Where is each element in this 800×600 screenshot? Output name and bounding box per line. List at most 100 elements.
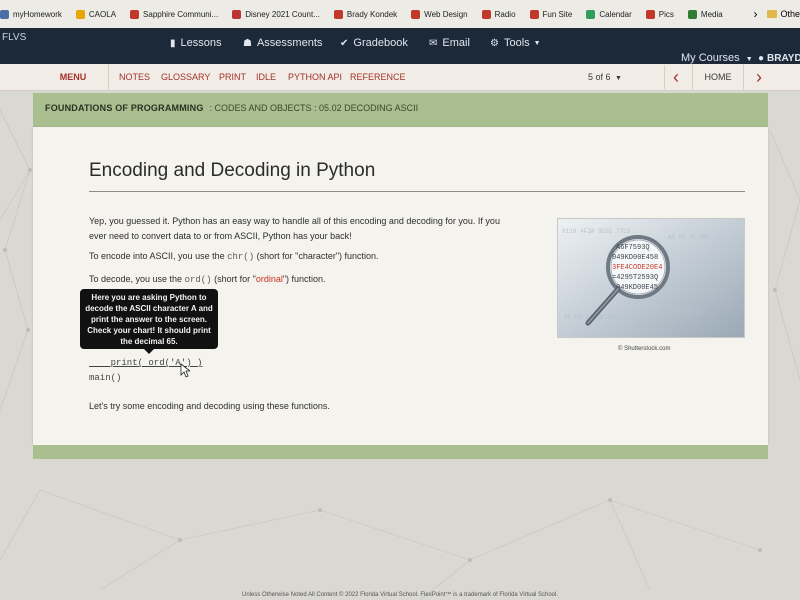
bookmark-item[interactable]: Fun Site xyxy=(529,9,573,19)
my-courses-label: My Courses xyxy=(681,52,740,64)
page-title: Encoding and Decoding in Python xyxy=(89,160,376,181)
bookmark-item[interactable]: Radio xyxy=(481,9,516,19)
next-page-button[interactable]: › xyxy=(748,65,770,89)
chevron-right-icon: › xyxy=(756,66,762,87)
course-breadcrumb: FOUNDATIONS OF PROGRAMMING : CODES AND OB… xyxy=(45,103,418,113)
ordinal-glossary-link[interactable]: ordinal xyxy=(256,274,283,284)
bookmark-item[interactable]: Sapphire Communi... xyxy=(130,9,219,19)
bookmarks-overflow: › Othe xyxy=(753,0,800,28)
bookmark-item[interactable]: Calendar xyxy=(586,9,632,19)
my-courses-dropdown[interactable]: My Courses ▼ xyxy=(681,52,753,64)
bookmark-label: Sapphire Communi... xyxy=(143,9,219,19)
intro-line-1: Yep, you guessed it. Python has an easy … xyxy=(89,216,500,226)
menu-python-api[interactable]: PYTHON API xyxy=(288,72,342,82)
page-footer: Unless Otherwise Noted All Content © 202… xyxy=(241,592,558,598)
intro-line-2: ever need to convert data to or from ASC… xyxy=(89,231,352,241)
bookmark-favicon-icon xyxy=(645,9,655,19)
nav-gradebook-label: Gradebook xyxy=(353,37,408,49)
magnifier-text-4: =4295T2593Q xyxy=(612,274,658,282)
nav-gradebook[interactable]: ✔ Gradebook xyxy=(340,37,408,49)
bookmark-label: myHomework xyxy=(13,9,62,19)
image-credit: © Shutterstock.com xyxy=(618,346,671,352)
assessment-icon: ☗ xyxy=(243,37,252,49)
bookmark-item[interactable]: Brady Kondek xyxy=(333,9,397,19)
other-bookmarks[interactable]: Othe xyxy=(780,9,800,19)
mouse-cursor-icon xyxy=(180,363,190,378)
user-menu[interactable]: ● BRAYD xyxy=(758,53,800,64)
nav-tools[interactable]: ⚙ Tools ▼ xyxy=(490,37,541,49)
page-selector[interactable]: 5 of 6 ▼ xyxy=(588,72,622,82)
intro-paragraph: Yep, you guessed it. Python has an easy … xyxy=(89,214,500,244)
bookmark-label: Disney 2021 Count... xyxy=(245,9,320,19)
bookmark-favicon-icon xyxy=(0,9,9,19)
bookmark-label: Fun Site xyxy=(542,9,573,19)
menu-print[interactable]: PRINT xyxy=(219,72,246,82)
encode-text: To encode into ASCII, you use the xyxy=(89,251,228,261)
bookmark-favicon-icon xyxy=(232,9,242,19)
code-magnifier-image: 0110 4F2A 9E01 77C3 A5 0E 4C 99 3F E4 21… xyxy=(557,218,745,338)
bookmark-item[interactable]: Pics xyxy=(645,9,674,19)
bookmark-label: Calendar xyxy=(599,9,632,19)
bookmark-favicon-icon xyxy=(687,9,697,19)
lesson-breadcrumb: : CODES AND OBJECTS : 05.02 DECODING ASC… xyxy=(209,103,419,113)
menu-button[interactable]: MENU xyxy=(38,64,109,90)
magnifier-text-1: A6F7593Q xyxy=(616,244,650,252)
encode-text-end: (short for "character") function. xyxy=(254,251,379,261)
brand-logo[interactable]: FLVS xyxy=(2,32,26,43)
magnifier-illustration: 0110 4F2A 9E01 77C3 A5 0E 4C 99 3F E4 21… xyxy=(558,219,744,337)
svg-text:0110 4F2A 9E01 77C3: 0110 4F2A 9E01 77C3 xyxy=(562,228,631,235)
bookmarks-overflow-button[interactable]: › xyxy=(753,7,757,21)
bookmark-favicon-icon xyxy=(586,9,596,19)
menu-glossary[interactable]: GLOSSARY xyxy=(161,72,210,82)
bookmark-label: Web Design xyxy=(424,9,468,19)
decode-text-mid: (short for " xyxy=(211,274,256,284)
bookmark-label: Media xyxy=(700,9,723,19)
bookmark-favicon-icon xyxy=(411,9,421,19)
title-divider xyxy=(89,191,745,192)
bookmark-favicon-icon xyxy=(481,9,491,19)
bookmark-label: Pics xyxy=(658,9,674,19)
decode-text: To decode, you use the xyxy=(89,274,185,284)
mail-icon: ✉ xyxy=(429,37,438,49)
bookmark-item[interactable]: Disney 2021 Count... xyxy=(232,9,320,19)
nav-email[interactable]: ✉ Email xyxy=(429,37,470,49)
chevron-down-icon: ▼ xyxy=(615,75,622,82)
menu-notes[interactable]: NOTES xyxy=(119,72,150,82)
lesson-menubar: MENU NOTES GLOSSARY PRINT IDLE PYTHON AP… xyxy=(0,64,800,91)
svg-text:7C 42 0A: 7C 42 0A xyxy=(674,310,703,317)
top-navigation: FLVS ▮ Lessons ☗ Assessments ✔ Gradebook ✉ E… xyxy=(0,28,800,64)
page-indicator: 5 of 6 xyxy=(588,72,611,82)
decode-paragraph: To decode, you use the ord() (short for … xyxy=(89,272,326,288)
gear-icon: ⚙ xyxy=(490,37,499,49)
nav-email-label: Email xyxy=(442,37,470,49)
check-icon: ✔ xyxy=(340,37,349,49)
bookmark-label: CAOLA xyxy=(88,9,117,19)
nav-assessments[interactable]: ☗ Assessments xyxy=(243,37,322,49)
bookmark-favicon-icon xyxy=(75,9,85,19)
chevron-left-icon: ‹ xyxy=(673,66,679,87)
chevron-down-icon: ▼ xyxy=(745,56,753,63)
bookmark-item[interactable]: myHomework xyxy=(0,9,62,19)
ord-code: ord() xyxy=(184,275,212,285)
encode-paragraph: To encode into ASCII, you use the chr() … xyxy=(89,249,379,265)
previous-page-button[interactable]: ‹ xyxy=(664,65,687,89)
home-button[interactable]: HOME xyxy=(692,64,744,90)
magnifier-text-3: 3FE4CODE20E4 xyxy=(612,264,662,272)
user-name: BRAYD xyxy=(767,53,800,64)
menu-reference[interactable]: REFERENCE xyxy=(350,72,406,82)
bookmark-item[interactable]: CAOLA xyxy=(75,9,117,19)
bookmark-favicon-icon xyxy=(130,9,140,19)
bookmark-item[interactable]: Web Design xyxy=(411,9,468,19)
menu-idle[interactable]: IDLE xyxy=(256,72,276,82)
decode-text-end: ") function. xyxy=(282,274,326,284)
book-icon: ▮ xyxy=(170,37,176,49)
nav-lessons[interactable]: ▮ Lessons xyxy=(170,37,222,49)
bookmark-favicon-icon xyxy=(333,9,343,19)
course-name: FOUNDATIONS OF PROGRAMMING xyxy=(45,103,204,113)
card-bottom-band xyxy=(33,445,768,459)
magnifier-text-2: 049KD00E458 xyxy=(612,254,658,262)
bookmark-item[interactable]: Media xyxy=(687,9,723,19)
bookmarks-bar: myHomework CAOLA Sapphire Communi... Disney… xyxy=(0,0,800,29)
bookmark-favicon-icon xyxy=(529,9,539,19)
folder-icon xyxy=(767,10,778,18)
